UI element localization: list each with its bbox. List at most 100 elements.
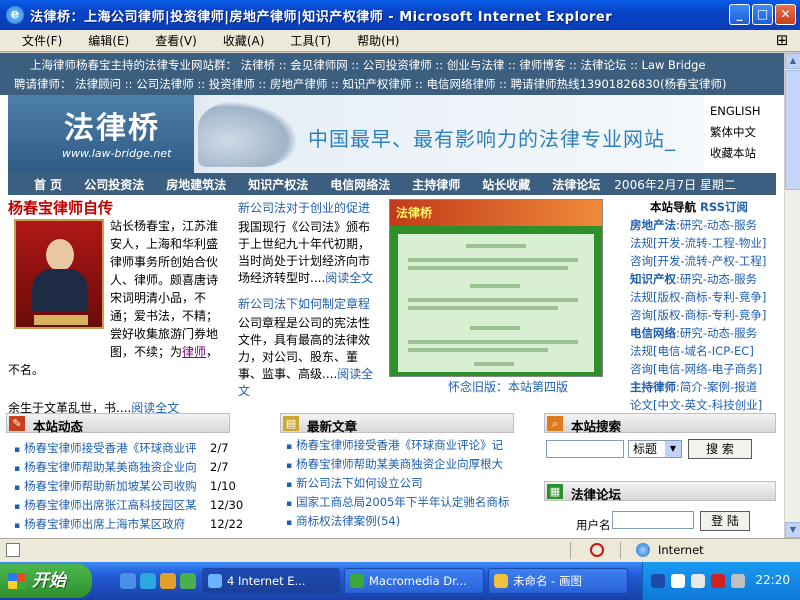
site-nav-row-text: :研究-动态-服务 <box>676 326 758 340</box>
window-titlebar[interactable]: e 法律桥：上海公司律师|投资律师|房地产律师|知识产权律师 - Microso… <box>0 0 800 30</box>
article-read-more-link[interactable]: 阅读全文 <box>325 271 373 285</box>
task-internet-explorer[interactable]: 4 Internet E... <box>202 568 340 594</box>
hire-lawyer-row[interactable]: 聘请律师： 法律顾问 :: 公司法律师 :: 投资律师 :: 房地产律师 :: … <box>14 76 726 92</box>
dreamweaver-task-icon <box>350 574 364 588</box>
english-link[interactable]: ENGLISH <box>710 101 761 122</box>
site-nav-row[interactable]: 主持律师:简介-案例-报道 <box>630 378 780 396</box>
news-item-date: 12/22 <box>210 517 244 531</box>
traditional-chinese-link[interactable]: 繁体中文 <box>710 122 761 143</box>
site-nav-row[interactable]: 咨询[版权-商标-专利-竞争] <box>630 306 780 324</box>
news-item-date: 2/7 <box>210 441 229 455</box>
quicklaunch-ie-icon[interactable] <box>120 573 136 589</box>
menu-file[interactable]: 文件(F) <box>22 32 62 49</box>
list-item[interactable]: 新公司法下如何设立公司 <box>286 475 526 494</box>
scroll-down-icon[interactable]: ▼ <box>785 522 800 538</box>
site-nav-row[interactable]: 知识产权:研究-动态-服务 <box>630 270 780 288</box>
nav-host-lawyer[interactable]: 主持律师 <box>412 176 460 193</box>
list-item[interactable]: 商标权法律案例(54) <box>286 513 526 532</box>
site-nav-row[interactable]: 房地产法:研究-动态-服务 <box>630 216 780 234</box>
menu-help[interactable]: 帮助(H) <box>357 32 399 49</box>
article-line: 于上世纪九十年代初期， <box>238 237 371 251</box>
minimize-button[interactable]: _ <box>729 4 750 25</box>
forum-icon: ▦ <box>547 484 563 499</box>
tray-volume-icon[interactable] <box>731 574 745 588</box>
list-item[interactable]: 杨春宝律师出席上海市某区政府 12/22 <box>14 516 243 535</box>
vertical-scrollbar[interactable]: ▲ ▼ <box>784 53 800 538</box>
site-nav-row[interactable]: 法规[版权-商标-专利-竞争] <box>630 288 780 306</box>
site-nav-row[interactable]: 论文[中文-英文-科技创业] <box>630 396 780 414</box>
quicklaunch-app-icon[interactable] <box>180 573 196 589</box>
menu-view[interactable]: 查看(V) <box>155 32 197 49</box>
nav-company-law[interactable]: 公司投资法 <box>84 176 144 193</box>
tray-security-icon[interactable] <box>711 574 725 588</box>
lawyer-portrait[interactable] <box>14 219 104 329</box>
task-macromedia[interactable]: Macromedia Dr... <box>344 568 484 594</box>
search-input[interactable] <box>546 440 624 458</box>
site-logo[interactable]: 法律桥 www.law-bridge.net <box>8 95 194 173</box>
list-item[interactable]: 杨春宝律师接受香港《环球商业评 2/7 <box>14 440 238 459</box>
nav-forum[interactable]: 法律论坛 <box>552 176 600 193</box>
placeholder-line <box>408 258 578 262</box>
nav-ip-law[interactable]: 知识产权法 <box>248 176 308 193</box>
old-site-caption-link[interactable]: 怀念旧版：本站第四版 <box>448 378 568 395</box>
site-group-row[interactable]: 上海律师杨春宝主持的法律专业网站群： 法律桥 :: 会见律师网 :: 公司投资律… <box>30 57 706 73</box>
nav-telecom-law[interactable]: 电信网络法 <box>330 176 390 193</box>
start-button[interactable]: 开始 <box>0 564 92 598</box>
tray-arrow-icon[interactable] <box>691 574 705 588</box>
lawyer-link[interactable]: 律师 <box>182 345 206 359</box>
scroll-up-icon[interactable]: ▲ <box>785 53 800 69</box>
menu-edit[interactable]: 编辑(E) <box>88 32 129 49</box>
article-title-link[interactable]: 新公司法对于创业的促进 <box>238 200 378 217</box>
nav-home[interactable]: 首 页 <box>34 176 62 193</box>
placeholder-line <box>470 284 520 288</box>
current-date: 2006年2月7日 星期二 <box>614 177 736 192</box>
menu-bar: 文件(F) 编辑(E) 查看(V) 收藏(A) 工具(T) 帮助(H) <box>0 30 800 52</box>
scroll-thumb[interactable] <box>785 70 800 190</box>
list-item[interactable]: 杨春宝律师出席张江高科技园区某 12/30 <box>14 497 243 516</box>
list-item[interactable]: 杨春宝律师帮助某美商独资企业向厚根大 <box>286 456 526 475</box>
site-group-links: 上海律师杨春宝主持的法律专业网站群： 法律桥 :: 会见律师网 :: 公司投资律… <box>0 53 784 95</box>
site-nav-row[interactable]: 法规[开发-流转-工程-物业] <box>630 234 780 252</box>
ie-icon: e <box>6 6 24 24</box>
quicklaunch-media-icon[interactable] <box>160 573 176 589</box>
site-nav-row-text: 法规[版权-商标-专利-竞争] <box>630 290 767 304</box>
login-button[interactable]: 登 陆 <box>700 511 750 531</box>
close-button[interactable]: ✕ <box>775 4 796 25</box>
list-item[interactable]: 杨春宝律师帮助某美商独资企业向 2/7 <box>14 459 238 478</box>
nav-favorites[interactable]: 站长收藏 <box>482 176 530 193</box>
username-input[interactable] <box>612 511 694 529</box>
site-nav-row[interactable]: 咨询[电信-网络-电子商务] <box>630 360 780 378</box>
menu-favorites[interactable]: 收藏(A) <box>223 32 265 49</box>
site-nav-row[interactable]: 电信网络:研究-动态-服务 <box>630 324 780 342</box>
status-separator <box>570 542 571 559</box>
list-item[interactable]: 国家工商总局2005年下半年认定驰名商标 <box>286 494 526 513</box>
article-body: 公司章程是公司的宪法性 文件，具有最高的法律效 力，对公司、股东、董 事、监事、… <box>238 315 378 400</box>
list-item[interactable]: 杨春宝律师接受香港《环球商业评论》记 <box>286 437 526 456</box>
quicklaunch-desktop-icon[interactable] <box>140 573 156 589</box>
news-item-title: 杨春宝律师出席上海市某区政府 <box>24 517 186 531</box>
news-icon: ✎ <box>9 416 25 431</box>
site-nav-row[interactable]: 法规[电信-域名-ICP-EC] <box>630 342 780 360</box>
rss-link[interactable]: RSS订阅 <box>700 200 748 214</box>
list-item[interactable]: 杨春宝律师帮助新加坡某公司收购 1/10 <box>14 478 238 497</box>
nav-real-estate-law[interactable]: 房地建筑法 <box>166 176 226 193</box>
clock: 22:20 <box>755 573 790 587</box>
placeholder-line <box>474 362 514 366</box>
tray-anchor-icon[interactable] <box>651 574 665 588</box>
article-title-link[interactable]: 新公司法下如何制定章程 <box>238 296 378 313</box>
placeholder-line <box>408 266 568 270</box>
popup-blocked-icon[interactable] <box>590 543 604 557</box>
search-field-select[interactable]: 标题 ▼ <box>628 440 682 458</box>
portrait-suit <box>32 269 88 311</box>
search-button[interactable]: 搜 索 <box>688 439 752 459</box>
task-paint[interactable]: 未命名 - 画图 <box>488 568 628 594</box>
chevron-down-icon[interactable]: ▼ <box>665 441 681 457</box>
maximize-button[interactable]: □ <box>752 4 773 25</box>
tray-help-icon[interactable] <box>671 574 685 588</box>
menu-tools[interactable]: 工具(T) <box>290 32 331 49</box>
placeholder-line <box>408 348 548 352</box>
bio-text: 站长杨春宝，江苏淮 安人，上海和华利盛 律师事务所创始合伙 人、律师。颇喜唐诗 … <box>110 217 226 361</box>
site-nav-row[interactable]: 咨询[开发-流转-产权-工程] <box>630 252 780 270</box>
old-site-screenshot[interactable]: 法律桥 <box>389 199 603 377</box>
bookmark-link[interactable]: 收藏本站 <box>710 143 761 164</box>
